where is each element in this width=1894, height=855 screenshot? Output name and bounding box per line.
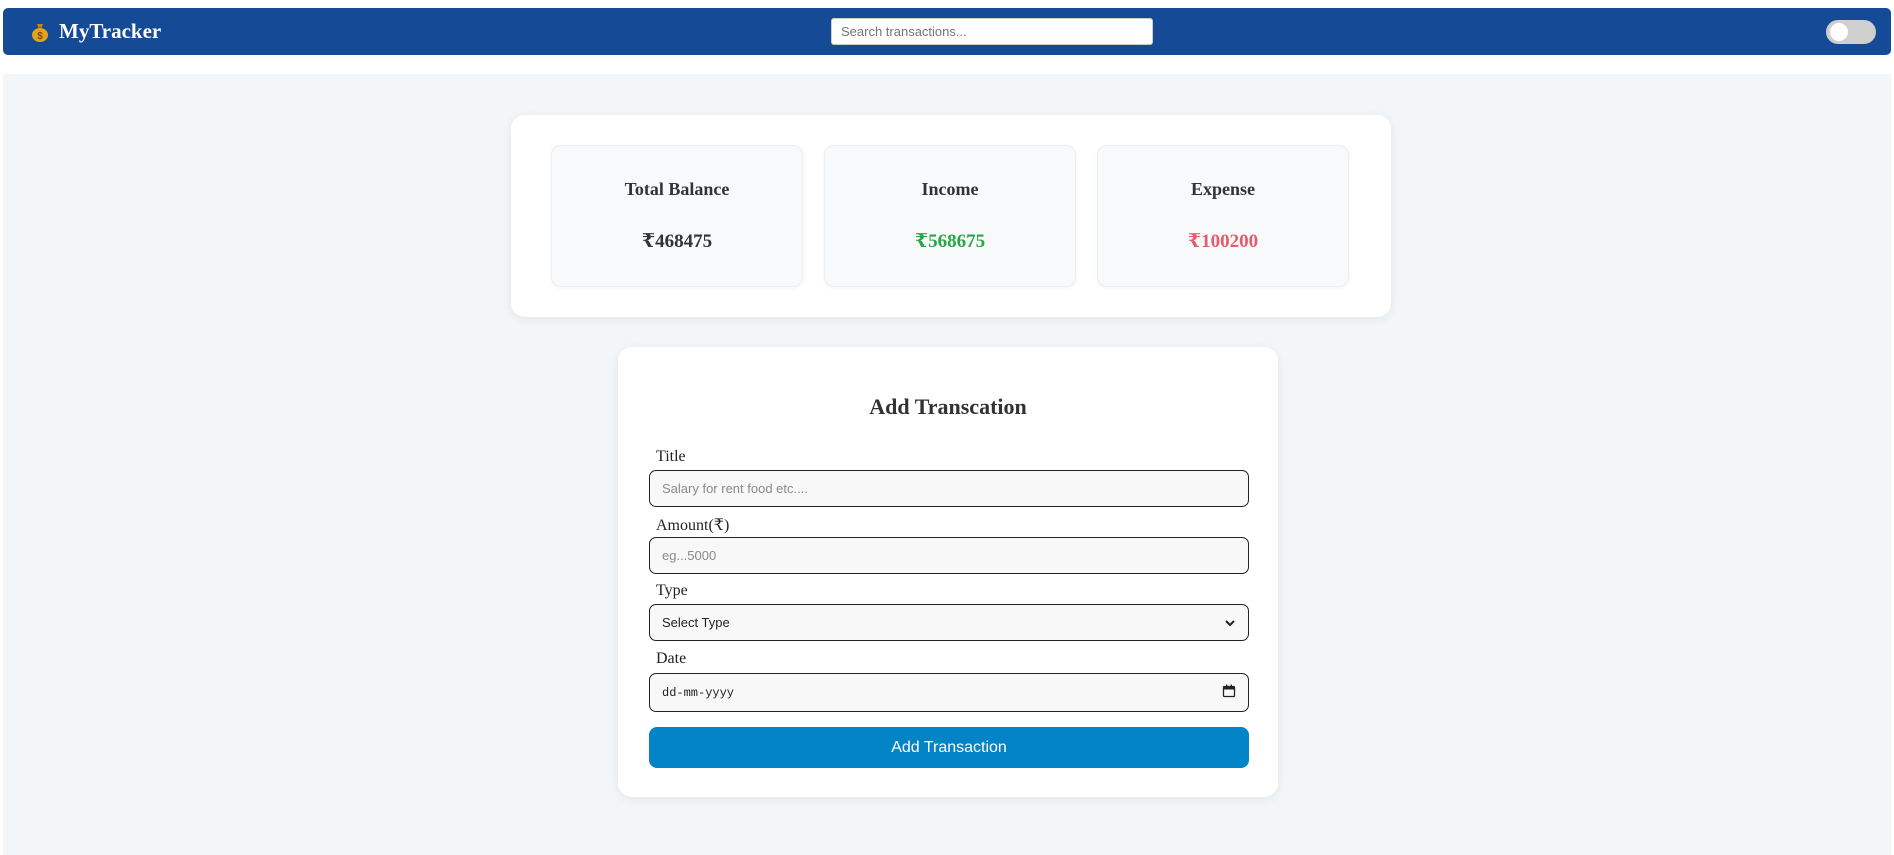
theme-toggle[interactable]	[1826, 20, 1876, 44]
add-transaction-button[interactable]: Add Transaction	[649, 727, 1249, 768]
toggle-knob	[1830, 23, 1848, 41]
total-balance-card: Total Balance ₹468475	[551, 145, 803, 287]
total-balance-title: Total Balance	[624, 179, 730, 199]
income-title: Income	[921, 179, 979, 199]
amount-input[interactable]	[649, 537, 1249, 574]
calendar-icon[interactable]	[1222, 684, 1236, 702]
total-balance-value: ₹468475	[641, 231, 713, 252]
svg-text:$: $	[37, 31, 43, 42]
date-placeholder: dd-mm-yyyy	[662, 685, 735, 700]
form-heading: Add Transcation	[869, 394, 1027, 419]
income-value: ₹568675	[914, 231, 986, 252]
chevron-down-icon	[1224, 617, 1236, 629]
date-label: Date	[656, 650, 687, 667]
expense-title: Expense	[1190, 179, 1255, 199]
income-card: Income ₹568675	[824, 145, 1076, 287]
add-transaction-form: Add Transcation Title Amount(₹) Type Sel…	[618, 347, 1278, 797]
brand-name: MyTracker	[59, 19, 162, 43]
type-selected-value: Select Type	[662, 615, 730, 630]
navbar: $ MyTracker	[3, 8, 1891, 55]
brand[interactable]: $ MyTracker	[29, 8, 161, 55]
type-select[interactable]: Select Type	[649, 604, 1249, 641]
type-label: Type	[656, 582, 688, 599]
title-input[interactable]	[649, 470, 1249, 507]
date-input[interactable]: dd-mm-yyyy	[649, 673, 1249, 712]
summary-card: Total Balance ₹468475 Income ₹568675 Exp…	[511, 115, 1391, 317]
amount-label: Amount(₹)	[656, 517, 730, 534]
main-content: Total Balance ₹468475 Income ₹568675 Exp…	[3, 74, 1891, 855]
money-bag-icon: $	[29, 21, 51, 43]
title-label: Title	[656, 448, 686, 465]
expense-value: ₹100200	[1187, 231, 1259, 252]
expense-card: Expense ₹100200	[1097, 145, 1349, 287]
search-input[interactable]	[831, 18, 1153, 45]
